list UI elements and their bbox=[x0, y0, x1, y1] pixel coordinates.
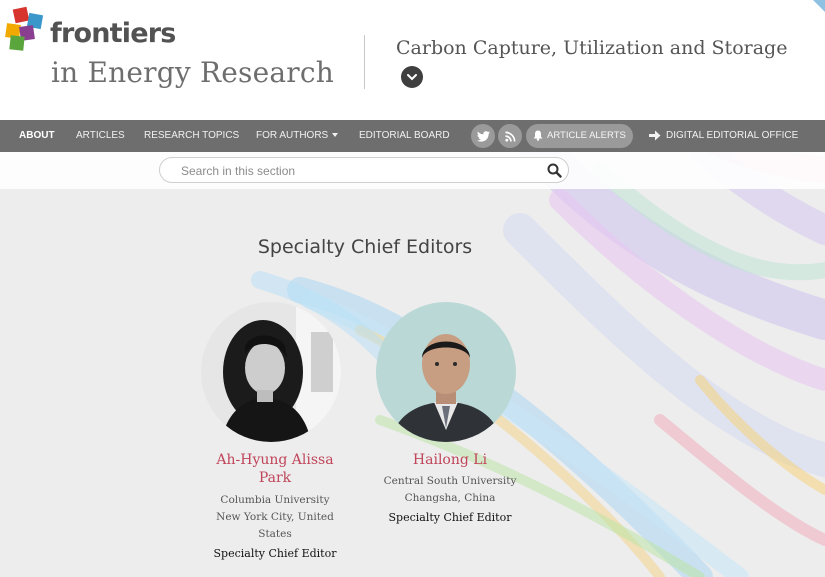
section-title: Carbon Capture, Utilization and Storage bbox=[396, 37, 788, 59]
avatar-hailong-li[interactable] bbox=[376, 302, 516, 442]
article-alerts-button[interactable]: ARTICLE ALERTS bbox=[526, 124, 633, 148]
brand-name[interactable]: frontiers bbox=[50, 18, 176, 49]
rss-button[interactable] bbox=[498, 124, 522, 148]
main-nav: ABOUT ARTICLES RESEARCH TOPICS FOR AUTHO… bbox=[0, 120, 825, 152]
chevron-down-icon bbox=[407, 73, 417, 80]
editor-card-li: Hailong Li Central South University Chan… bbox=[370, 451, 530, 526]
caret-down-icon bbox=[332, 133, 339, 138]
article-alerts-label: ARTICLE ALERTS bbox=[547, 130, 626, 141]
digital-editorial-office-label: DIGITAL EDITORIAL OFFICE bbox=[666, 130, 799, 141]
search-input[interactable] bbox=[181, 162, 521, 179]
twitter-button[interactable] bbox=[471, 124, 495, 148]
editor-name-line1[interactable]: Ah-Hyung Alissa bbox=[195, 451, 355, 469]
editor-role: Specialty Chief Editor bbox=[213, 547, 337, 560]
editor-location-line2: States bbox=[258, 528, 292, 540]
nav-item-articles[interactable]: ARTICLES bbox=[76, 120, 125, 152]
editor-photo bbox=[201, 302, 341, 442]
editor-affiliation: Columbia University bbox=[220, 494, 330, 506]
editor-name[interactable]: Hailong Li bbox=[370, 451, 530, 469]
search-icon[interactable] bbox=[547, 163, 562, 178]
editor-affiliation: Central South University bbox=[383, 475, 517, 487]
editor-photo bbox=[376, 302, 516, 442]
page-heading: Specialty Chief Editors bbox=[257, 236, 473, 258]
site-header: frontiers in Energy Research Carbon Capt… bbox=[0, 0, 825, 120]
arrow-right-icon bbox=[649, 130, 661, 141]
editor-location: Changsha, China bbox=[404, 492, 496, 504]
journal-name[interactable]: in Energy Research bbox=[51, 56, 334, 89]
digital-editorial-office-link[interactable]: DIGITAL EDITORIAL OFFICE bbox=[648, 120, 798, 152]
editor-role: Specialty Chief Editor bbox=[388, 511, 512, 524]
nav-item-for-authors[interactable]: FOR AUTHORS bbox=[256, 120, 339, 152]
rss-icon bbox=[504, 131, 515, 142]
editor-name-line2[interactable]: Park bbox=[195, 469, 355, 487]
search-box bbox=[159, 157, 569, 183]
header-divider bbox=[364, 35, 365, 89]
nav-item-for-authors-label: FOR AUTHORS bbox=[256, 130, 329, 141]
avatar-ah-hyung-alissa-park[interactable] bbox=[201, 302, 341, 442]
frontiers-logo-icon[interactable] bbox=[4, 6, 50, 52]
corner-mark-icon bbox=[813, 0, 825, 12]
section-dropdown-toggle[interactable] bbox=[401, 66, 423, 88]
twitter-icon bbox=[476, 130, 490, 142]
nav-item-about[interactable]: ABOUT bbox=[19, 120, 55, 152]
search-band bbox=[0, 152, 825, 189]
editor-location-line1: New York City, United bbox=[216, 511, 334, 523]
bell-icon bbox=[533, 130, 543, 141]
nav-item-editorial-board[interactable]: EDITORIAL BOARD bbox=[359, 120, 450, 152]
editor-card-park: Ah-Hyung Alissa Park Columbia University… bbox=[195, 451, 355, 562]
nav-item-research-topics[interactable]: RESEARCH TOPICS bbox=[144, 120, 239, 152]
